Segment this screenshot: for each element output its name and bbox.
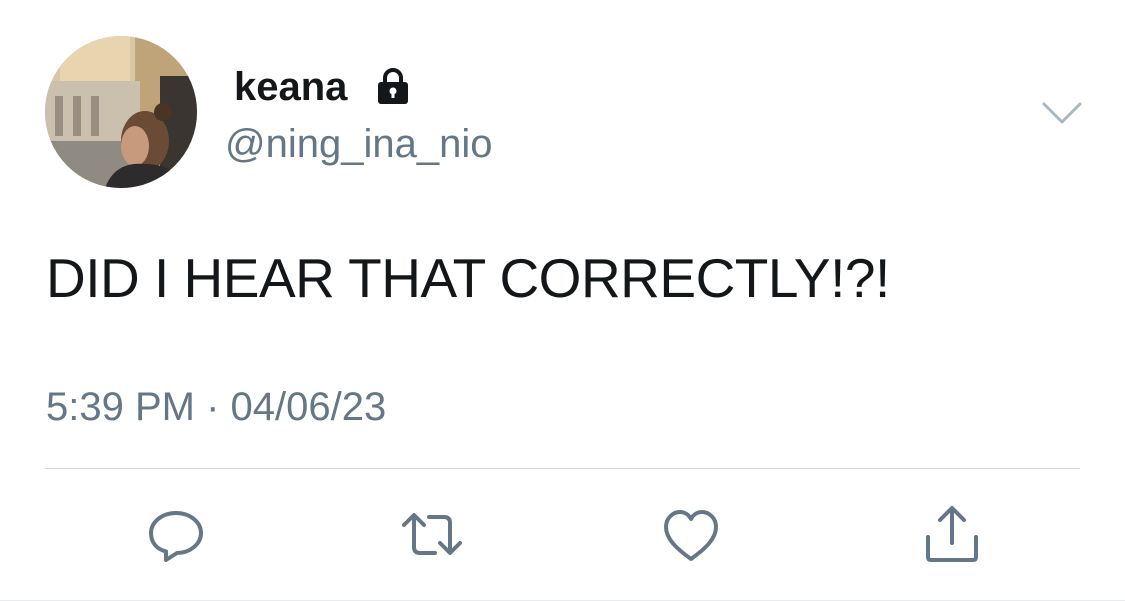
like-button[interactable] bbox=[659, 503, 723, 567]
retweet-button[interactable] bbox=[400, 503, 464, 567]
divider bbox=[45, 468, 1080, 469]
avatar-photo bbox=[45, 36, 197, 188]
retweet-icon bbox=[402, 513, 462, 555]
user-handle[interactable]: @ning_ina_nio bbox=[225, 120, 492, 168]
reply-button[interactable] bbox=[144, 503, 208, 567]
display-name[interactable]: keana bbox=[234, 63, 347, 111]
tweet-text: DID I HEAR THAT CORRECTLY!?! bbox=[46, 247, 890, 309]
share-icon bbox=[926, 506, 978, 562]
lock-icon bbox=[378, 68, 408, 104]
chevron-down-icon[interactable] bbox=[1040, 98, 1084, 128]
tweet-timestamp[interactable]: 5:39 PM · 04/06/23 bbox=[46, 383, 386, 431]
speech-bubble-icon bbox=[149, 511, 203, 562]
heart-icon bbox=[664, 510, 718, 561]
avatar[interactable] bbox=[45, 36, 197, 188]
share-button[interactable] bbox=[920, 503, 984, 567]
